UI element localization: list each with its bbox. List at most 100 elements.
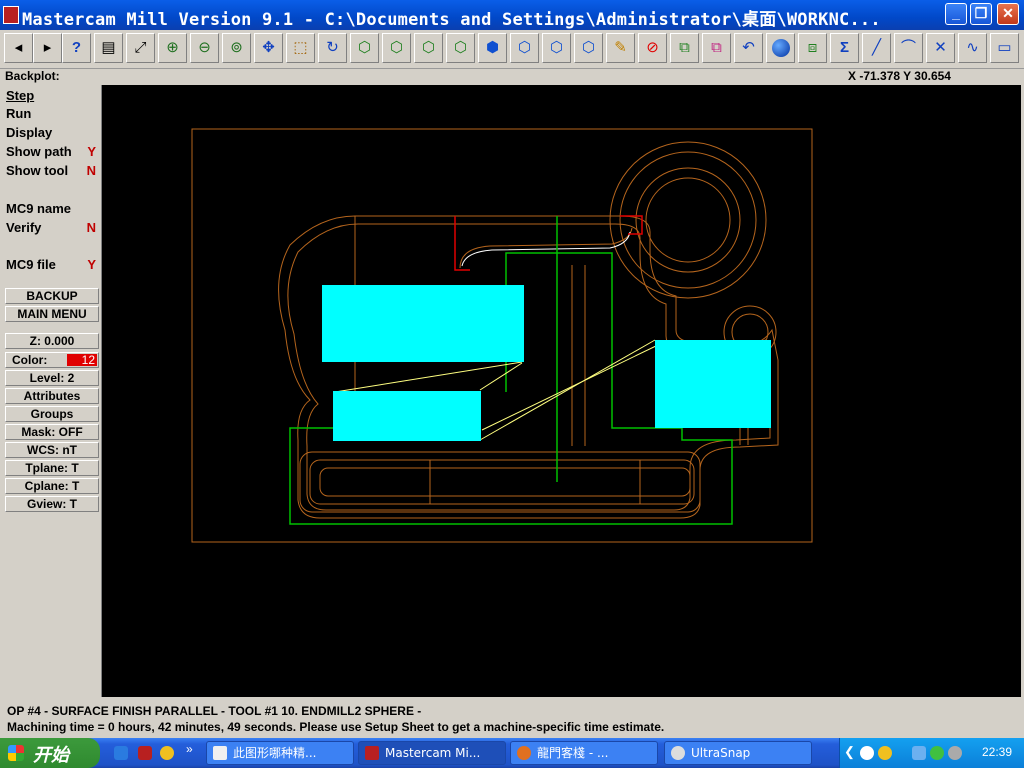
task-button-1[interactable]: 此图形哪种精... [206,741,354,765]
menu-show-tool[interactable]: Show tool N [6,163,98,180]
layers-icon[interactable]: ⧈ [798,33,827,63]
menu-show-path-label: Show path [6,144,72,159]
color-label: Color: [12,353,48,367]
menu-mc9-name[interactable]: MC9 name [6,201,98,218]
rotate-icon[interactable]: ↻ [318,33,347,63]
iso-view-icon[interactable]: ⬡ [350,33,379,63]
qq-quicklaunch-icon[interactable] [160,746,174,760]
side-view-icon[interactable]: ⬡ [446,33,475,63]
prompt-area: OP #4 - SURFACE FINISH PARALLEL - TOOL #… [3,702,1021,738]
menu-display-label: Display [6,125,53,140]
upper-rib-white [461,231,631,267]
task-3-label: 龍門客棧 - ... [537,746,609,760]
zoom-icon[interactable]: ⊕ [158,33,187,63]
menu-step[interactable]: Step [6,88,98,105]
help-icon[interactable]: ? [62,33,91,63]
z-depth-button[interactable]: Z: 0.000 [5,333,99,349]
sigma-icon[interactable]: Σ [830,33,859,63]
task-button-mastercam[interactable]: Mastercam Mi... [358,741,506,765]
color-button[interactable]: Color: 12 [5,352,99,368]
line-icon[interactable]: ╱ [862,33,891,63]
boss-outer-circle [609,141,767,299]
menu-show-tool-label: Show tool [6,163,69,178]
boss-inner-circle [645,177,731,263]
left-menu-panel: Step Run Display Show path Y Show tool N M… [3,85,102,697]
task-button-ultrasnap[interactable]: UltraSnap [664,741,812,765]
menu-verify-label: Verify [6,220,42,235]
operation-message: OP #4 - SURFACE FINISH PARALLEL - TOOL #… [7,704,422,718]
wcs-button[interactable]: WCS: nT [5,442,99,458]
show-path-flag: Y [87,144,96,159]
backplot-drawing [191,128,813,543]
camera-task-icon [671,746,685,760]
mc9-file-flag: Y [87,257,96,272]
tray-app-icon-3[interactable] [930,746,944,760]
level-button[interactable]: Level: 2 [5,370,99,386]
menu-mc9-file[interactable]: MC9 file Y [6,257,98,274]
cube-view-4-icon[interactable]: ⬡ [574,33,603,63]
groups-button[interactable]: Groups [5,406,99,422]
task-button-3[interactable]: 龍門客棧 - ... [510,741,658,765]
color-swatch: 12 [67,354,97,366]
transform-icon[interactable]: ⧉ [670,33,699,63]
window-title: Mastercam Mill Version 9.1 - C:\Document… [22,10,881,30]
network-icon[interactable] [912,746,926,760]
forward-icon[interactable]: ▸ [33,33,62,63]
menu-verify[interactable]: Verify N [6,220,98,237]
menu-show-path[interactable]: Show path Y [6,144,98,161]
bottom-slot-mid [309,459,695,505]
select-icon[interactable]: ⬚ [286,33,315,63]
menu-display[interactable]: Display [6,125,98,142]
cube-view-3-icon[interactable]: ⬡ [542,33,571,63]
show-tool-flag: N [86,163,96,178]
cube-view-2-icon[interactable]: ⬡ [510,33,539,63]
menu-mc9-file-label: MC9 file [6,257,56,272]
mastercam-task-icon [365,746,379,760]
tray-app-icon-1[interactable] [860,746,874,760]
zoom-target-icon[interactable]: ⊚ [222,33,251,63]
tray-app-icon-2[interactable] [878,746,892,760]
cube-view-icon[interactable]: ⬢ [478,33,507,63]
pan-icon[interactable]: ✥ [254,33,283,63]
close-button[interactable]: ✕ [997,3,1019,25]
file-icon[interactable]: ▤ [94,33,123,63]
clock[interactable]: 22:39 [982,745,1012,759]
trim-icon[interactable]: ✕ [926,33,955,63]
mask-button[interactable]: Mask: OFF [5,424,99,440]
undo-icon[interactable]: ↶ [734,33,763,63]
menu-mc9-name-label: MC9 name [6,201,72,216]
analyze-icon[interactable]: ⤢ [126,33,155,63]
mastercam-quicklaunch-icon[interactable] [138,746,152,760]
front-view-icon[interactable]: ⬡ [414,33,443,63]
attributes-button[interactable]: Attributes [5,388,99,404]
menu-run[interactable]: Run [6,106,98,123]
sphere-icon[interactable] [766,33,795,63]
restore-button[interactable]: ❐ [970,3,992,25]
windows-taskbar: 开始 » 此图形哪种精... Mastercam Mi... 龍門客棧 - ..… [0,738,1024,768]
toolpath-region-3 [655,340,771,428]
mastercam-app-icon[interactable] [3,6,19,24]
cplane-button[interactable]: Cplane: T [5,478,99,494]
backup-button[interactable]: BACKUP [5,288,99,304]
task-2-label: Mastercam Mi... [385,746,481,760]
start-label: 开始 [33,745,69,765]
ie-quicklaunch-icon[interactable] [114,746,128,760]
start-button[interactable]: 开始 [0,738,100,768]
volume-icon[interactable] [948,746,962,760]
no-icon[interactable]: ⊘ [638,33,667,63]
tray-expand-icon[interactable]: ❮ [844,744,855,760]
graphics-viewport[interactable] [102,85,1021,697]
arc-icon[interactable]: ⌒ [894,33,923,63]
tplane-button[interactable]: Tplane: T [5,460,99,476]
top-view-icon[interactable]: ⬡ [382,33,411,63]
gview-button[interactable]: Gview: T [5,496,99,512]
unzoom-icon[interactable]: ⊖ [190,33,219,63]
quicklaunch-expand-icon[interactable]: » [186,742,193,756]
pencil-icon[interactable]: ✎ [606,33,635,63]
back-icon[interactable]: ◂ [4,33,33,63]
minimize-button[interactable]: _ [945,3,967,25]
transform-2-icon[interactable]: ⧉ [702,33,731,63]
main-menu-button[interactable]: MAIN MENU [5,306,99,322]
spline-icon[interactable]: ∿ [958,33,987,63]
rectangle-icon[interactable]: ▭ [990,33,1019,63]
